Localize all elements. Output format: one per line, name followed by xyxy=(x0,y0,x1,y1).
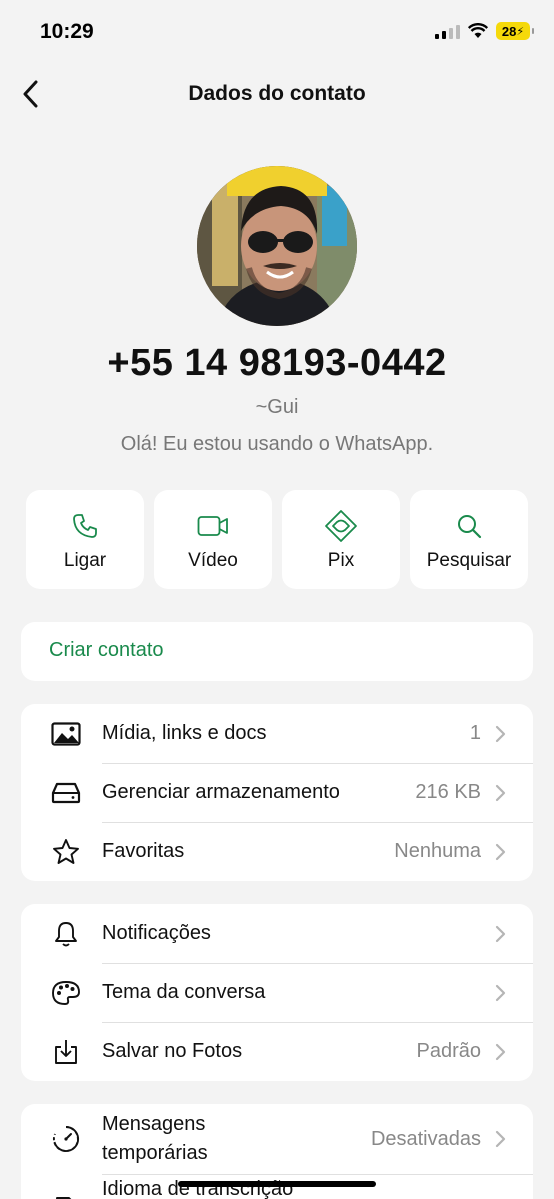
status-icons: 28 ⚡ xyxy=(435,22,534,40)
pix-icon xyxy=(325,510,357,542)
row-value: Nenhuma xyxy=(394,840,481,862)
row-label: Mídia, links e docs xyxy=(102,722,267,744)
row-label: Gerenciar armazenamento xyxy=(102,781,340,803)
chevron-right-icon xyxy=(495,843,506,860)
create-contact-label: Criar contato xyxy=(49,639,164,661)
timer-icon xyxy=(52,1126,80,1152)
chevron-right-icon xyxy=(495,1130,506,1148)
contact-about: Olá! Eu estou usando o WhatsApp. xyxy=(120,433,434,455)
storage-icon xyxy=(51,782,81,803)
search-button[interactable]: Pesquisar xyxy=(410,490,528,589)
row-label: Tema da conversa xyxy=(102,981,266,1003)
cellular-signal-icon xyxy=(435,23,460,39)
save-to-photos-row[interactable]: Salvar no Fotos Padrão xyxy=(21,1022,533,1081)
chevron-right-icon xyxy=(495,725,506,742)
preferences-section: Notificações Tema da conversa Salvar no … xyxy=(21,904,533,1081)
status-time: 10:29 xyxy=(40,20,94,43)
action-buttons: Ligar Vídeo Pix Pesquisar xyxy=(26,490,528,590)
manage-storage-row[interactable]: Gerenciar armazenamento 216 KB xyxy=(21,763,533,822)
contact-phone-number: +55 14 98193-0442 xyxy=(107,342,447,384)
palette-icon xyxy=(52,980,80,1005)
phone-icon xyxy=(73,514,97,538)
starred-messages-row[interactable]: Favoritas Nenhuma xyxy=(21,822,533,881)
row-label-line1: Mensagens xyxy=(102,1113,206,1135)
home-indicator xyxy=(178,1181,376,1187)
image-icon xyxy=(51,721,81,746)
notifications-row[interactable]: Notificações xyxy=(21,904,533,963)
battery-icon: 28 ⚡ xyxy=(496,22,534,40)
disappearing-messages-row[interactable]: Mensagens temporárias Desativadas xyxy=(21,1104,533,1174)
media-links-docs-row[interactable]: Mídia, links e docs 1 xyxy=(21,704,533,763)
row-value: 216 KB xyxy=(415,781,481,803)
row-label: Salvar no Fotos xyxy=(102,1040,243,1062)
search-icon xyxy=(458,515,482,539)
video-icon xyxy=(197,516,228,536)
row-label: Favoritas xyxy=(102,840,185,862)
save-download-icon xyxy=(55,1039,77,1064)
row-value: Padrão xyxy=(416,1040,482,1062)
call-label: Ligar xyxy=(63,550,107,571)
star-icon xyxy=(53,838,79,864)
row-value: 1 xyxy=(469,722,481,744)
video-button[interactable]: Vídeo xyxy=(154,490,272,589)
media-section: Mídia, links e docs 1 Gerenciar armazena… xyxy=(21,704,533,881)
contact-nickname: ~Gui xyxy=(255,396,299,418)
bell-icon xyxy=(55,921,77,946)
wifi-icon xyxy=(468,23,488,38)
chevron-right-icon xyxy=(495,1043,506,1060)
page-title: Dados do contato xyxy=(188,82,366,105)
pix-label: Pix xyxy=(327,550,355,571)
pix-button[interactable]: Pix xyxy=(282,490,400,589)
chat-theme-row[interactable]: Tema da conversa xyxy=(21,963,533,1022)
chevron-right-icon xyxy=(495,925,506,942)
row-label: Mensagens temporárias xyxy=(102,1110,208,1168)
battery-level: 28 xyxy=(501,23,517,39)
row-label-line2: temporárias xyxy=(102,1142,208,1164)
chevron-right-icon xyxy=(495,784,506,801)
search-label: Pesquisar xyxy=(426,550,512,571)
create-contact-button[interactable]: Criar contato xyxy=(21,622,533,681)
row-label: Notificações xyxy=(102,922,211,944)
language-icon xyxy=(56,1197,72,1199)
call-button[interactable]: Ligar xyxy=(26,490,144,589)
chevron-right-icon xyxy=(495,984,506,1001)
avatar[interactable] xyxy=(197,166,357,326)
row-value: Desativadas xyxy=(370,1127,481,1150)
video-label: Vídeo xyxy=(188,550,238,571)
nav-bar: Dados do contato xyxy=(0,70,554,120)
status-bar: 10:29 28 ⚡ xyxy=(0,0,554,60)
avatar-photo xyxy=(197,166,357,326)
